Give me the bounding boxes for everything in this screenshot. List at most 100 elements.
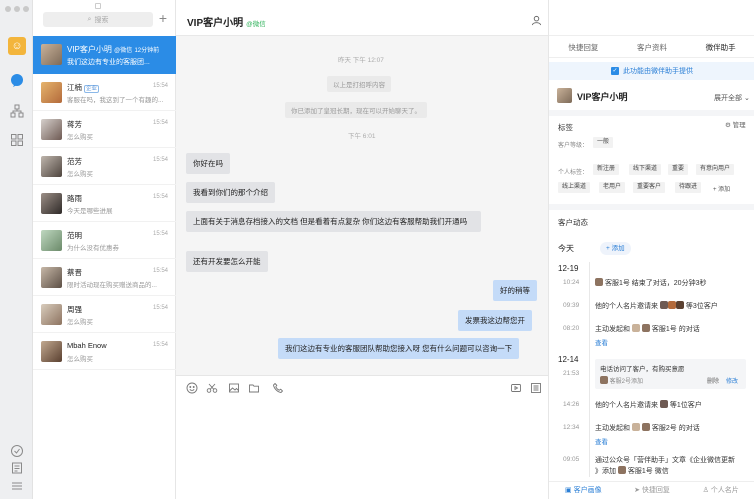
agent-avatar bbox=[617, 466, 626, 474]
system-message: 你已添加了皇冠长期，现在可以开始聊天了。 bbox=[285, 102, 427, 118]
timeline-date: 12-14 bbox=[558, 355, 579, 364]
tab-customer-info[interactable]: 客户资料 bbox=[618, 38, 687, 57]
zoom-dot[interactable] bbox=[23, 6, 29, 12]
chat-item[interactable]: Mbah Enow 15:54 怎么购买 bbox=[33, 333, 176, 370]
new-chat-button[interactable]: + bbox=[157, 11, 169, 25]
manage-button[interactable]: ⚙ 管理 bbox=[725, 119, 746, 129]
add-dynamic-button[interactable]: + 添加 bbox=[600, 242, 631, 255]
message-composer[interactable] bbox=[176, 375, 548, 499]
chat-name: Mbah Enow bbox=[67, 341, 107, 350]
tag-chip[interactable]: 重要 bbox=[668, 164, 689, 175]
customer-profile-tab[interactable]: ▣ 客户画像 bbox=[549, 482, 618, 499]
level-chip[interactable]: 一般 bbox=[593, 137, 614, 148]
tag-chip[interactable]: 有意向用户 bbox=[696, 164, 735, 175]
customer-name: VIP客户小明 bbox=[577, 92, 628, 102]
timeline-time: 10:24 bbox=[563, 279, 580, 286]
history-icon[interactable] bbox=[530, 382, 542, 394]
chat-avatar bbox=[41, 304, 62, 325]
tag-chip[interactable]: 重要客户 bbox=[633, 182, 666, 193]
entry-tail: 等3位客户 bbox=[685, 303, 718, 310]
quick-reply-tab[interactable]: ➤ 快捷回复 bbox=[618, 482, 687, 499]
image-icon[interactable] bbox=[228, 382, 240, 394]
divider bbox=[549, 110, 754, 116]
chat-avatar bbox=[41, 230, 62, 251]
contacts-icon[interactable] bbox=[10, 104, 24, 118]
customer-avatar bbox=[675, 301, 684, 309]
chat-name: 范明 bbox=[67, 231, 82, 240]
scissors-icon[interactable] bbox=[206, 382, 218, 394]
delete-button[interactable]: 删除 bbox=[707, 376, 719, 385]
chat-item[interactable]: 路雨 15:54 今天是哪些进展 bbox=[33, 185, 176, 222]
entry-tail: 客服2号 的对话 bbox=[651, 425, 700, 432]
chat-icon[interactable] bbox=[10, 73, 24, 87]
tag-chip[interactable]: 老用户 bbox=[599, 182, 626, 193]
chat-avatar bbox=[41, 119, 62, 140]
tag-chip[interactable]: 待跟进 bbox=[675, 182, 702, 193]
customer-avatar bbox=[659, 400, 668, 408]
customer-avatar bbox=[659, 301, 668, 309]
chat-title: VIP客户小明 bbox=[187, 18, 244, 29]
document-icon[interactable] bbox=[10, 461, 24, 475]
chat-preview: 为什么没有优惠券 bbox=[67, 245, 119, 252]
profile-card-icon: ▣ bbox=[565, 487, 572, 494]
window-controls bbox=[5, 6, 29, 12]
chat-item[interactable]: 蔡晋 15:54 限时活动现在购买赠送商品的... bbox=[33, 259, 176, 296]
timestamp: 下午 6:01 bbox=[348, 133, 376, 140]
profile-icon[interactable] bbox=[531, 15, 542, 26]
person-icon: ♙ bbox=[702, 487, 709, 494]
status-check-icon[interactable] bbox=[10, 444, 24, 458]
chat-item[interactable]: VIP客户小明 @微信 12分钟前 我们这边有专业的客服团... bbox=[33, 36, 176, 74]
panel-bottom-bar: ▣ 客户画像 ➤ 快捷回复 ♙ 个人名片 bbox=[549, 481, 754, 499]
chat-item[interactable]: 范明 15:54 为什么没有优惠券 bbox=[33, 222, 176, 259]
chevron-down-icon: ⌄ bbox=[743, 95, 750, 102]
agent-avatar bbox=[600, 376, 608, 384]
entry-tail: 客服1号 的对话 bbox=[651, 326, 700, 333]
tab-quick-reply[interactable]: 快捷回复 bbox=[549, 38, 618, 57]
tag-chip[interactable]: 线上渠道 bbox=[558, 182, 591, 193]
view-link[interactable]: 查看 bbox=[595, 337, 608, 347]
note-author: 客服2号添加 bbox=[609, 379, 644, 385]
entry-text: 》添加 bbox=[595, 468, 616, 475]
user-avatar[interactable]: ☺ bbox=[8, 37, 26, 55]
folder-icon[interactable] bbox=[248, 382, 260, 394]
chat-preview: 我们这边有专业的客服团... bbox=[67, 59, 150, 66]
chat-time: 15:54 bbox=[152, 342, 168, 348]
message-bubble-incoming: 还有开发要怎么开能 bbox=[186, 251, 268, 272]
chat-item[interactable]: 周强 15:54 怎么购买 bbox=[33, 296, 176, 333]
chat-header: VIP客户小明 @微信 bbox=[176, 0, 548, 36]
tags-title: 标签 bbox=[558, 123, 573, 132]
search-box[interactable]: ⌕ 搜索 bbox=[43, 12, 153, 27]
record-icon[interactable] bbox=[510, 382, 522, 394]
edit-button[interactable]: 修改 bbox=[726, 376, 738, 385]
chat-item[interactable]: 蒋芳 15:54 怎么购买 bbox=[33, 111, 176, 148]
chat-preview: 怎么购买 bbox=[67, 356, 93, 363]
customer-avatar bbox=[557, 88, 572, 103]
search-input[interactable]: 搜索 bbox=[94, 15, 108, 25]
message-bubble-incoming: 你好在吗 bbox=[186, 153, 230, 174]
emoji-icon[interactable] bbox=[186, 382, 198, 394]
chat-name: 蒋芳 bbox=[67, 120, 82, 129]
view-link[interactable]: 查看 bbox=[595, 436, 608, 446]
workbench-icon[interactable] bbox=[10, 133, 24, 147]
menu-icon[interactable] bbox=[10, 479, 24, 493]
pin-icon[interactable] bbox=[95, 3, 101, 9]
add-tag-button[interactable]: + 添加 bbox=[713, 184, 730, 193]
app-rail: ☺ bbox=[0, 0, 33, 499]
chat-time: 15:54 bbox=[152, 231, 168, 237]
chat-tag: 企业 bbox=[84, 85, 100, 93]
chat-area: VIP客户小明 @微信 昨天 下午 12:07 以上是打招呼内容 你已添加了皇冠长… bbox=[176, 0, 548, 499]
chat-preview: 怎么购买 bbox=[67, 134, 93, 141]
wechat-badge: @微信 bbox=[246, 21, 266, 28]
business-card-tab[interactable]: ♙ 个人名片 bbox=[686, 482, 754, 499]
chat-item[interactable]: 范芳 15:54 怎么购买 bbox=[33, 148, 176, 185]
minimize-dot[interactable] bbox=[14, 6, 20, 12]
close-dot[interactable] bbox=[5, 6, 11, 12]
phone-icon[interactable] bbox=[272, 382, 284, 394]
tag-chip[interactable]: 线下渠道 bbox=[629, 164, 662, 175]
chat-avatar bbox=[41, 82, 62, 103]
timeline-date: 12-19 bbox=[558, 264, 579, 273]
tag-chip[interactable]: 新注册 bbox=[593, 164, 620, 175]
chat-item[interactable]: 江楠 企业 15:54 客服在吗，我这到了一个有趣的... bbox=[33, 74, 176, 111]
tab-assistant[interactable]: 微伴助手 bbox=[686, 38, 754, 57]
expand-all-button[interactable]: 展开全部 ⌄ bbox=[714, 93, 750, 103]
